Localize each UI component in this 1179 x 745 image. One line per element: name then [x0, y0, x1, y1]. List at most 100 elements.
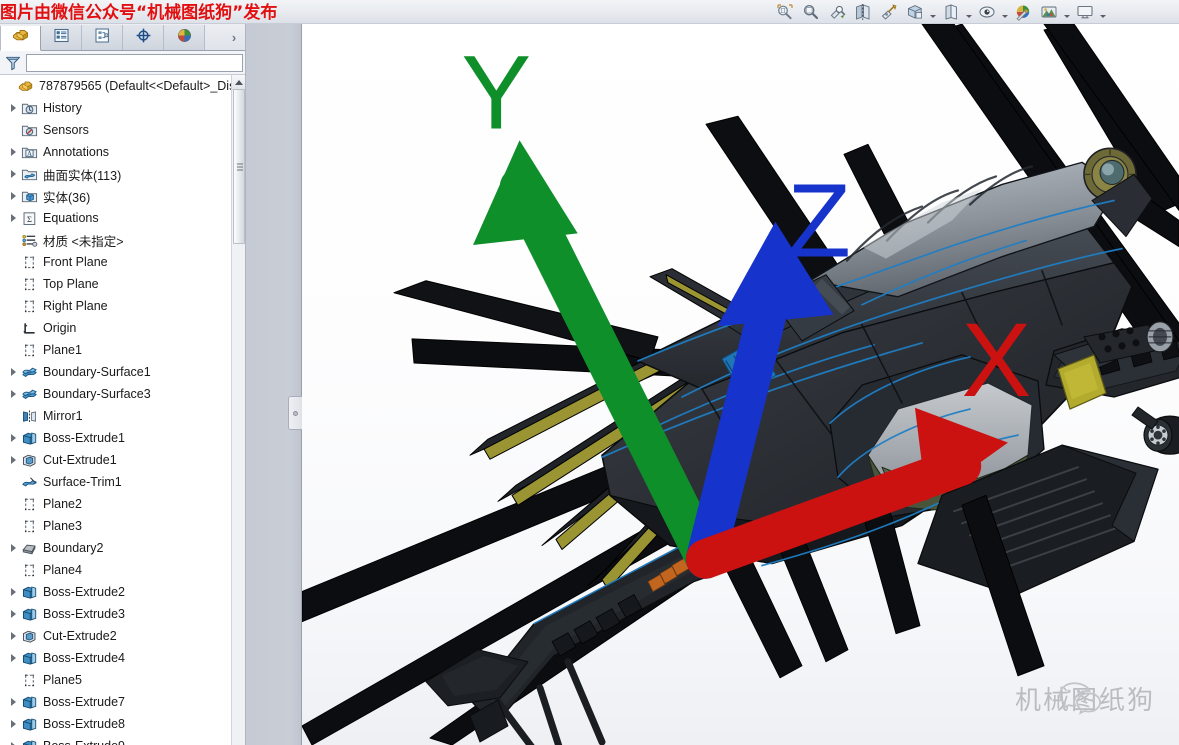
feature-tree-item[interactable]: Sensors: [0, 119, 231, 141]
feature-tree-item-label: 实体(36): [43, 190, 91, 205]
feature-tree-item[interactable]: Top Plane: [0, 273, 231, 295]
expand-arrow-icon[interactable]: [6, 735, 20, 745]
tab-feature-manager[interactable]: [0, 26, 41, 51]
panel-splitter-column: [246, 24, 302, 745]
expand-arrow-icon[interactable]: [6, 141, 20, 163]
feature-tree-item[interactable]: 实体(36): [0, 185, 231, 207]
expand-arrow-icon[interactable]: [6, 361, 20, 383]
zoom-in-out-icon[interactable]: [824, 0, 849, 24]
feature-tree-item[interactable]: Boss-Extrude2: [0, 581, 231, 603]
scroll-up-arrow-icon[interactable]: [232, 75, 245, 90]
cut-extrude-icon: [20, 451, 39, 470]
feature-tree-item-label: Mirror1: [43, 409, 83, 423]
expand-arrow-icon[interactable]: [6, 449, 20, 471]
feature-tree-item[interactable]: Boss-Extrude1: [0, 427, 231, 449]
feature-tree-root[interactable]: 787879565 (Default<<Default>_Dis: [0, 75, 231, 97]
feature-tree-item[interactable]: Boss-Extrude7: [0, 691, 231, 713]
feature-tree-item[interactable]: A Annotations: [0, 141, 231, 163]
feature-manager-tabs: ›: [0, 24, 245, 51]
expand-arrow-icon[interactable]: [6, 647, 20, 669]
feature-filter-row: [0, 51, 245, 75]
feature-tree-item-label: Boss-Extrude1: [43, 431, 125, 445]
section-view-icon[interactable]: [850, 0, 875, 24]
expand-arrow-icon[interactable]: [6, 185, 20, 207]
feature-tree-item-label: Boundary-Surface3: [43, 387, 151, 401]
graphics-viewport[interactable]: Y Z X 机械图纸狗: [302, 24, 1179, 745]
expand-arrow-icon[interactable]: [6, 163, 20, 185]
edit-appearance-icon[interactable]: [974, 0, 999, 24]
expand-arrow-icon[interactable]: [6, 603, 20, 625]
feature-tree-item[interactable]: Plane4: [0, 559, 231, 581]
feature-tree-item[interactable]: Boss-Extrude3: [0, 603, 231, 625]
panel-collapse-handle[interactable]: [288, 396, 302, 430]
tab-configuration-manager[interactable]: [82, 25, 123, 50]
feature-tree-item[interactable]: Boundary-Surface3: [0, 383, 231, 405]
boundary-surface-icon: [20, 385, 39, 404]
boss-extrude-icon: [20, 583, 39, 602]
expand-arrow-icon[interactable]: [6, 427, 20, 449]
feature-tree-item[interactable]: Boundary2: [0, 537, 231, 559]
tab-dimxpert-manager[interactable]: [123, 25, 164, 50]
feature-tree-item[interactable]: Boss-Extrude9: [0, 735, 231, 745]
expand-arrow-icon[interactable]: [6, 625, 20, 647]
feature-tree-item[interactable]: Plane2: [0, 493, 231, 515]
feature-tree-item[interactable]: Surface-Trim1: [0, 471, 231, 493]
svg-text:Σ: Σ: [27, 213, 32, 223]
expand-arrow-icon[interactable]: [6, 581, 20, 603]
more-tabs-button[interactable]: ›: [223, 25, 245, 50]
edit-appearance-caret-icon[interactable]: [1000, 1, 1009, 23]
tab-display-manager[interactable]: [164, 25, 205, 50]
expand-arrow-icon[interactable]: [6, 383, 20, 405]
feature-tree-item-label: Plane3: [43, 519, 82, 533]
scrollbar-thumb[interactable]: [233, 89, 245, 244]
feature-tree-item[interactable]: 曲面实体(113): [0, 163, 231, 185]
viewport-layout-icon[interactable]: [1072, 0, 1097, 24]
filter-funnel-icon[interactable]: [2, 54, 24, 72]
expand-arrow-icon[interactable]: [6, 537, 20, 559]
feature-tree-item-label: Boss-Extrude4: [43, 651, 125, 665]
feature-tree-item[interactable]: Mirror1: [0, 405, 231, 427]
view-orientation-icon[interactable]: [876, 0, 901, 24]
tab-property-manager[interactable]: [41, 25, 82, 50]
view-settings-icon[interactable]: [1036, 0, 1061, 24]
feature-tree-item[interactable]: Plane5: [0, 669, 231, 691]
expand-arrow-icon[interactable]: [6, 691, 20, 713]
expand-arrow-icon[interactable]: [6, 97, 20, 119]
feature-tree-item[interactable]: Boundary-Surface1: [0, 361, 231, 383]
zoom-to-fit-icon[interactable]: [772, 0, 797, 24]
feature-tree-scrollbar[interactable]: [231, 75, 245, 745]
feature-tree-item[interactable]: Front Plane: [0, 251, 231, 273]
expand-arrow-icon[interactable]: [6, 713, 20, 735]
display-style-icon[interactable]: [902, 0, 927, 24]
cut-extrude-icon: [20, 627, 39, 646]
feature-tree-item[interactable]: Origin: [0, 317, 231, 339]
history-folder-icon: [20, 99, 39, 118]
solid-bodies-folder-icon: [20, 187, 39, 206]
feature-tree-item[interactable]: Right Plane: [0, 295, 231, 317]
feature-tree-item-label: Boundary2: [43, 541, 104, 555]
feature-tree-item[interactable]: Boss-Extrude8: [0, 713, 231, 735]
feature-tree-item[interactable]: Cut-Extrude2: [0, 625, 231, 647]
feature-tree-item[interactable]: 材质 <未指定>: [0, 229, 231, 251]
feature-tree-item[interactable]: Plane1: [0, 339, 231, 361]
feature-filter-input[interactable]: [26, 53, 243, 72]
zoom-to-area-icon[interactable]: [798, 0, 823, 24]
hide-show-items-icon[interactable]: [938, 0, 963, 24]
feature-tree-item[interactable]: Σ Equations: [0, 207, 231, 229]
feature-tree-item[interactable]: History: [0, 97, 231, 119]
scrollbar-grip-icon: [237, 163, 243, 170]
expand-arrow-icon[interactable]: [6, 207, 20, 229]
part-icon: [16, 77, 35, 96]
apply-scene-icon[interactable]: [1010, 0, 1035, 24]
feature-tree-item[interactable]: Plane3: [0, 515, 231, 537]
display-style-caret-icon[interactable]: [928, 1, 937, 23]
feature-tree-item-label: Plane4: [43, 563, 82, 577]
feature-tree-item[interactable]: Cut-Extrude1: [0, 449, 231, 471]
viewport-caret-icon[interactable]: [1098, 1, 1107, 23]
view-settings-caret-icon[interactable]: [1062, 1, 1071, 23]
feature-tree-item[interactable]: Boss-Extrude4: [0, 647, 231, 669]
hide-show-caret-icon[interactable]: [964, 1, 973, 23]
